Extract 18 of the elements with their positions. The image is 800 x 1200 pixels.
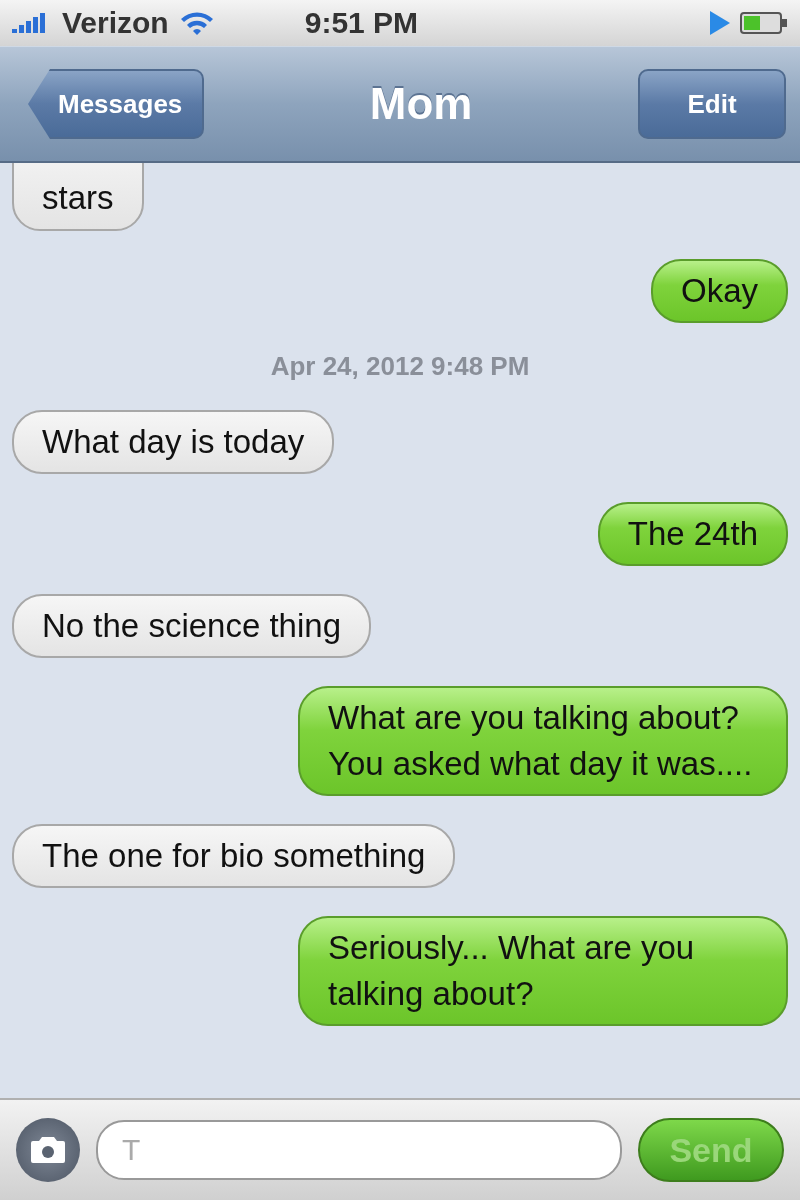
received-message: The one for bio something bbox=[12, 824, 456, 888]
carrier-name: Verizon bbox=[62, 6, 169, 40]
clock: 9:51 PM bbox=[304, 6, 419, 40]
message-field[interactable]: T bbox=[96, 1120, 622, 1180]
sent-message: What are you talking about? You asked what day it was.... bbox=[298, 686, 788, 796]
received-message: No the science thing bbox=[12, 594, 371, 658]
sent-message: Okay bbox=[650, 259, 788, 323]
back-button[interactable]: Messages bbox=[28, 69, 205, 139]
conversation-title: Mom bbox=[369, 79, 473, 129]
sent-message: The 24th bbox=[597, 502, 788, 566]
camera-icon bbox=[31, 1137, 65, 1163]
edit-button[interactable]: Edit bbox=[638, 69, 786, 139]
battery-icon bbox=[740, 11, 788, 35]
timestamp: Apr 24, 2012 9:48 PM bbox=[270, 351, 530, 382]
received-message: What day is today bbox=[12, 410, 335, 474]
sent-message: Seriously... What are you talking about? bbox=[298, 916, 788, 1026]
received-message: stars bbox=[12, 163, 144, 231]
play-icon bbox=[710, 11, 730, 35]
